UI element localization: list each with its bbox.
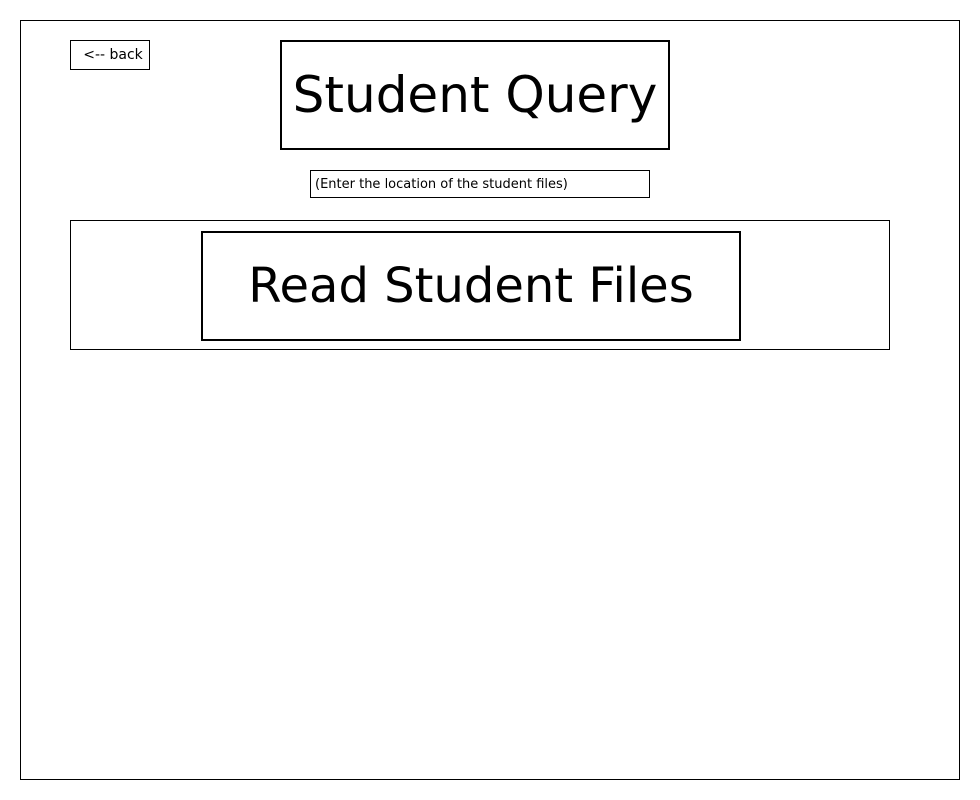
page-title-box: Student Query <box>280 40 670 150</box>
back-button[interactable]: <-- back <box>70 40 150 70</box>
read-student-files-button[interactable]: Read Student Files <box>201 231 741 341</box>
page-title: Student Query <box>292 66 658 124</box>
read-files-panel: Read Student Files <box>70 220 890 350</box>
read-student-files-label: Read Student Files <box>248 258 694 314</box>
student-files-location-input[interactable] <box>310 170 650 198</box>
